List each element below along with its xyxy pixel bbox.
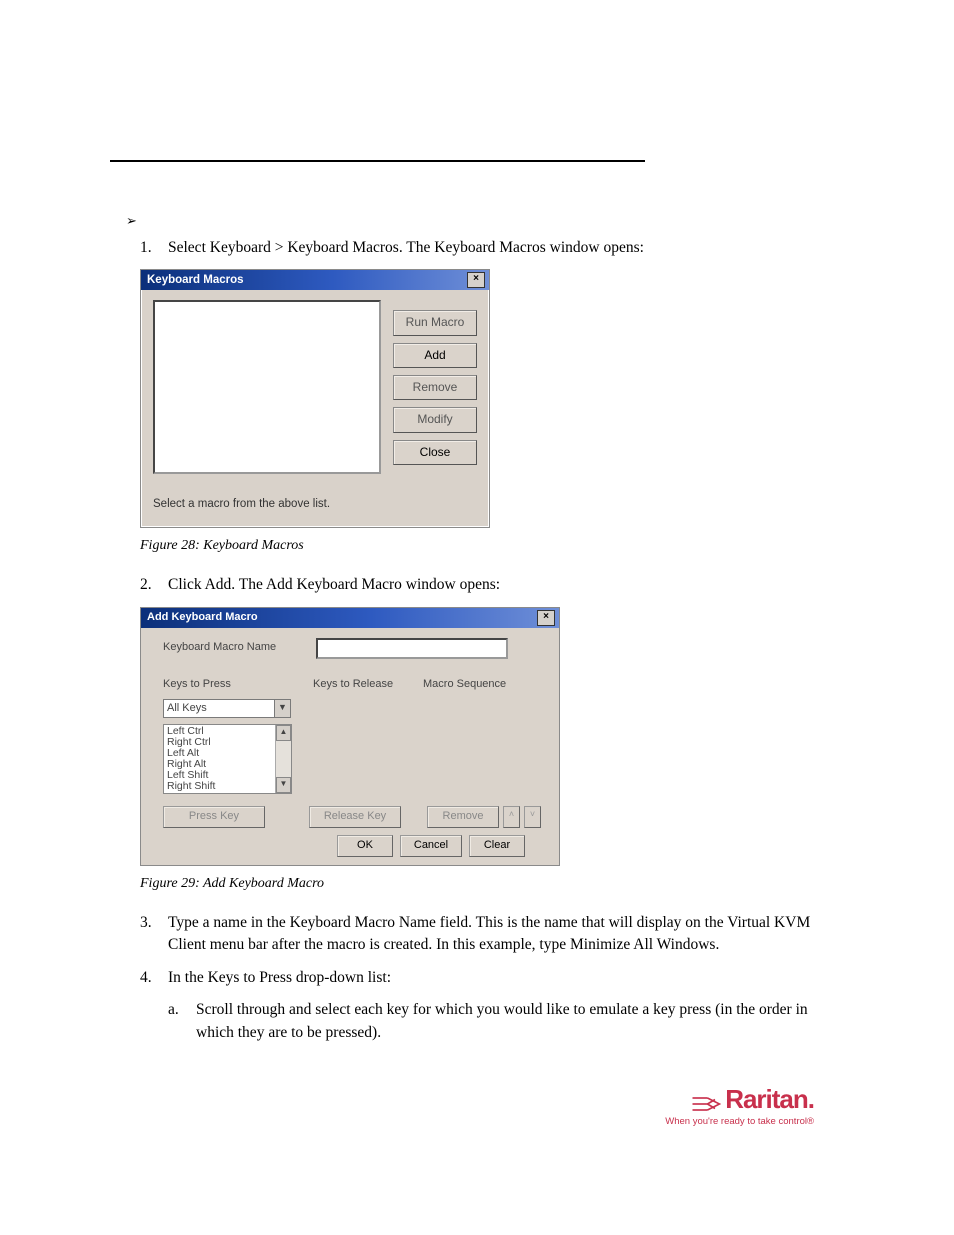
figure-28-caption: Figure 28: Keyboard Macros — [140, 536, 834, 556]
run-macro-button[interactable]: Run Macro — [393, 310, 477, 335]
raritan-icon — [691, 1090, 721, 1110]
move-up-button[interactable]: ˄ — [503, 806, 520, 828]
keys-filter-combo[interactable]: All Keys ▼ — [163, 699, 291, 718]
ok-button[interactable]: OK — [337, 835, 393, 857]
dialog2-title: Add Keyboard Macro — [145, 610, 537, 626]
macro-list[interactable] — [153, 300, 381, 474]
brand-name: Raritan. — [725, 1084, 814, 1115]
macro-sequence-label: Macro Sequence — [423, 677, 506, 693]
keys-listbox[interactable]: Left Ctrl Right Ctrl Left Alt Right Alt … — [163, 724, 292, 794]
step-number-3: 3. — [140, 912, 168, 957]
scrollbar[interactable]: ▲ ▼ — [275, 725, 291, 793]
step-text-3: Type a name in the Keyboard Macro Name f… — [168, 912, 834, 957]
sequence-remove-button[interactable]: Remove — [427, 806, 499, 828]
brand-tagline: When you're ready to take control® — [120, 1116, 814, 1127]
dialog2-titlebar[interactable]: Add Keyboard Macro × — [141, 608, 559, 628]
horizontal-rule — [110, 160, 645, 162]
figure-29-caption: Figure 29: Add Keyboard Macro — [140, 874, 834, 894]
release-key-button[interactable]: Release Key — [309, 806, 401, 828]
dialog1-titlebar[interactable]: Keyboard Macros × — [141, 270, 489, 290]
substep-text-a: Scroll through and select each key for w… — [196, 999, 834, 1044]
combo-value: All Keys — [164, 700, 274, 717]
footer-logo: Raritan. When you're ready to take contr… — [120, 1084, 834, 1127]
close-button[interactable]: Close — [393, 440, 477, 465]
add-button[interactable]: Add — [393, 343, 477, 368]
step-number-2: 2. — [140, 574, 168, 596]
scroll-up-icon[interactable]: ▲ — [276, 725, 291, 741]
modify-button[interactable]: Modify — [393, 407, 477, 432]
chevron-down-icon[interactable]: ▼ — [274, 700, 290, 717]
step-number-1: 1. — [140, 237, 168, 259]
scroll-down-icon[interactable]: ▼ — [276, 777, 291, 793]
macro-name-label: Keyboard Macro Name — [163, 640, 276, 656]
clear-button[interactable]: Clear — [469, 835, 525, 857]
cancel-button[interactable]: Cancel — [400, 835, 462, 857]
arrow-bullet: ➢ — [126, 212, 834, 231]
list-item[interactable]: Right Shift — [167, 781, 272, 792]
keyboard-macros-dialog: Keyboard Macros × Run Macro Add Remove M… — [140, 269, 490, 528]
dialog1-status: Select a macro from the above list. — [153, 496, 477, 513]
press-key-button[interactable]: Press Key — [163, 806, 265, 828]
step-text-2: Click Add. The Add Keyboard Macro window… — [168, 574, 834, 596]
remove-button[interactable]: Remove — [393, 375, 477, 400]
keys-to-release-label: Keys to Release — [313, 677, 413, 693]
move-down-button[interactable]: ˅ — [524, 806, 541, 828]
step-number-4: 4. — [140, 967, 168, 989]
macro-name-field[interactable] — [316, 638, 508, 659]
dialog1-title: Keyboard Macros — [145, 272, 467, 289]
close-icon[interactable]: × — [537, 610, 555, 626]
step-text-4: In the Keys to Press drop-down list: — [168, 967, 834, 989]
close-icon[interactable]: × — [467, 272, 485, 288]
substep-letter-a: a. — [168, 999, 196, 1044]
step-text-1: Select Keyboard > Keyboard Macros. The K… — [168, 237, 834, 259]
add-keyboard-macro-dialog: Add Keyboard Macro × Keyboard Macro Name… — [140, 607, 560, 866]
keys-to-press-label: Keys to Press — [163, 677, 303, 693]
